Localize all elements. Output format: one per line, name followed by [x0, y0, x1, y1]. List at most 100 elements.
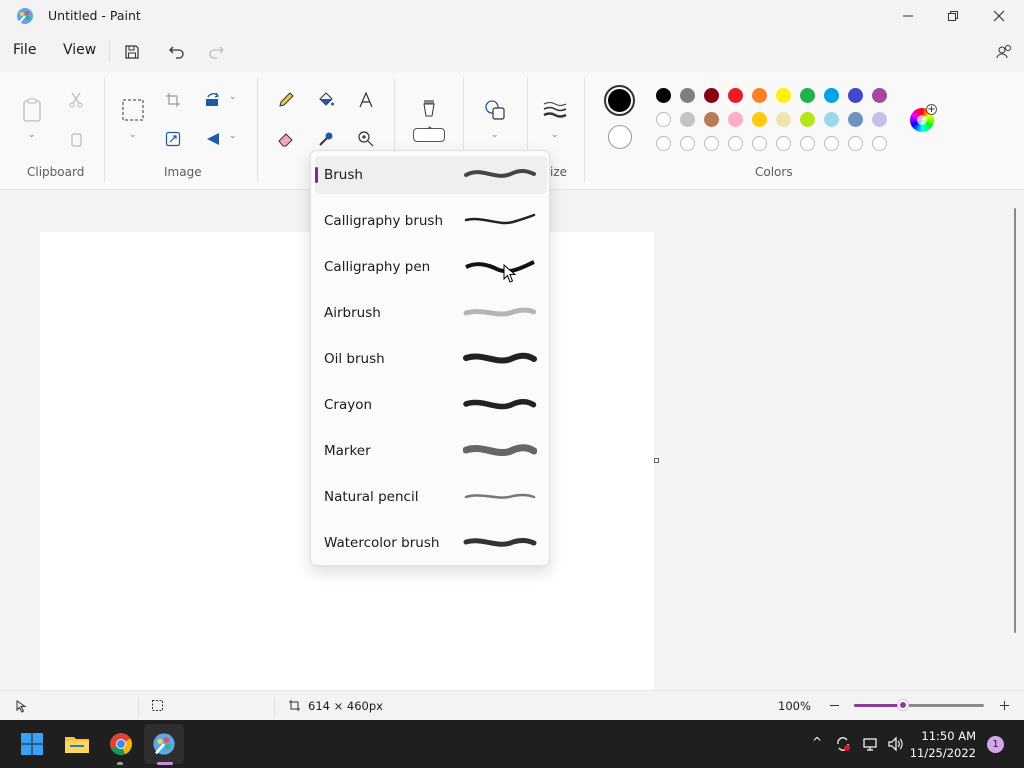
custom-color-slot[interactable] [776, 136, 791, 151]
zoom-in-button[interactable] [996, 697, 1012, 713]
shapes-chevron-icon[interactable]: ⌄ [491, 130, 499, 140]
rotate-chevron-icon[interactable]: ⌄ [229, 92, 237, 102]
chrome-running-indicator [117, 762, 123, 765]
brush-stroke-preview-icon [464, 169, 536, 178]
taskbar-chrome[interactable] [105, 728, 137, 760]
zoom-slider-fill [854, 704, 904, 707]
show-hidden-icons-chevron-icon[interactable]: ^ [812, 735, 822, 749]
stroke-size-icon [543, 102, 567, 118]
primary-color-button[interactable] [604, 85, 635, 116]
resize-button[interactable] [159, 125, 187, 153]
custom-color-slot[interactable] [824, 136, 839, 151]
airbrush-stroke-preview-icon [463, 307, 537, 317]
taskbar-file-explorer[interactable] [61, 728, 93, 760]
zoom-out-button[interactable] [826, 697, 842, 713]
brush-option-airbrush[interactable]: Airbrush [315, 294, 547, 332]
paste-chevron-icon[interactable]: ⌄ [28, 130, 36, 140]
color-swatch[interactable] [704, 112, 719, 127]
close-button[interactable] [976, 0, 1022, 32]
select-button[interactable] [119, 96, 147, 124]
vertical-scrollbar[interactable] [1014, 208, 1016, 633]
brush-option-brush[interactable]: Brush [315, 156, 547, 194]
color-swatch[interactable] [656, 112, 671, 127]
paste-button[interactable] [18, 96, 46, 124]
select-chevron-icon[interactable]: ⌄ [129, 130, 137, 140]
shapes-button[interactable] [481, 96, 509, 124]
minimize-button[interactable] [885, 0, 931, 32]
brushes-collapse-button[interactable]: ⌃ [413, 126, 445, 142]
crop-button[interactable] [159, 86, 187, 114]
pencil-button[interactable] [272, 86, 300, 114]
custom-color-slot[interactable] [728, 136, 743, 151]
network-icon[interactable] [862, 736, 878, 752]
color-swatch[interactable] [776, 112, 791, 127]
secondary-color-button[interactable] [608, 125, 632, 149]
brush-option-calligraphy-brush[interactable]: Calligraphy brush [315, 202, 547, 240]
color-swatch[interactable] [824, 88, 839, 103]
canvas-resize-handle[interactable] [654, 458, 659, 463]
clock-date[interactable]: 11/25/2022 [908, 746, 976, 760]
custom-color-slot[interactable] [680, 136, 695, 151]
custom-color-slot[interactable] [800, 136, 815, 151]
color-swatch[interactable] [800, 112, 815, 127]
brush-option-watercolor-brush[interactable]: Watercolor brush [315, 524, 547, 562]
color-swatch[interactable] [848, 112, 863, 127]
custom-color-slot[interactable] [848, 136, 863, 151]
flip-chevron-icon[interactable]: ⌄ [229, 131, 237, 141]
zoom-slider[interactable] [854, 699, 984, 711]
clock-time[interactable]: 11:50 AM [908, 729, 976, 743]
account-button[interactable] [992, 40, 1016, 64]
zoom-level-text: 100% [778, 699, 811, 713]
custom-color-slot[interactable] [656, 136, 671, 151]
text-tool-icon [359, 91, 373, 108]
color-swatch[interactable] [728, 88, 743, 103]
text-button[interactable] [352, 86, 380, 114]
color-swatch[interactable] [800, 88, 815, 103]
menu-file[interactable]: File [13, 42, 36, 58]
brush-option-natural-pencil[interactable]: Natural pencil [315, 478, 547, 516]
color-swatch[interactable] [824, 112, 839, 127]
rotate-button[interactable] [199, 86, 227, 114]
restore-button[interactable] [930, 0, 976, 32]
window-title: Untitled - Paint [48, 8, 141, 23]
start-button[interactable] [16, 728, 48, 760]
color-picker-button[interactable] [312, 125, 340, 153]
zoom-slider-thumb[interactable] [897, 699, 910, 711]
redo-button[interactable] [204, 40, 228, 64]
color-swatch[interactable] [680, 88, 695, 103]
color-swatch[interactable] [656, 88, 671, 103]
color-swatch[interactable] [752, 112, 767, 127]
fill-button[interactable] [312, 86, 340, 114]
brush-option-oil-brush[interactable]: Oil brush [315, 340, 547, 378]
sync-icon[interactable] [835, 736, 851, 752]
color-swatch[interactable] [680, 112, 695, 127]
brush-option-label: Crayon [324, 397, 373, 413]
taskbar-paint[interactable] [148, 728, 180, 760]
account-share-icon [996, 45, 1011, 59]
size-chevron-icon[interactable]: ⌄ [551, 130, 559, 140]
custom-color-slot[interactable] [704, 136, 719, 151]
color-swatch[interactable] [752, 88, 767, 103]
volume-icon[interactable] [887, 736, 903, 752]
magnifier-button[interactable] [352, 125, 380, 153]
save-button[interactable] [120, 40, 144, 64]
flip-button[interactable] [199, 125, 227, 153]
color-swatch[interactable] [872, 88, 887, 103]
cut-button[interactable] [62, 86, 90, 114]
custom-color-slot[interactable] [872, 136, 887, 151]
brush-option-marker[interactable]: Marker [315, 432, 547, 470]
menu-view[interactable]: View [63, 42, 96, 58]
color-swatch[interactable] [704, 88, 719, 103]
notification-badge[interactable]: 1 [987, 736, 1004, 753]
color-swatch[interactable] [728, 112, 743, 127]
size-button[interactable] [541, 96, 569, 124]
eraser-button[interactable] [272, 125, 300, 153]
brushes-button[interactable] [415, 96, 443, 124]
color-swatch[interactable] [872, 112, 887, 127]
color-swatch[interactable] [776, 88, 791, 103]
brush-option-crayon[interactable]: Crayon [315, 386, 547, 424]
undo-button[interactable] [165, 40, 189, 64]
color-swatch[interactable] [848, 88, 863, 103]
custom-color-slot[interactable] [752, 136, 767, 151]
copy-button[interactable] [62, 125, 90, 153]
